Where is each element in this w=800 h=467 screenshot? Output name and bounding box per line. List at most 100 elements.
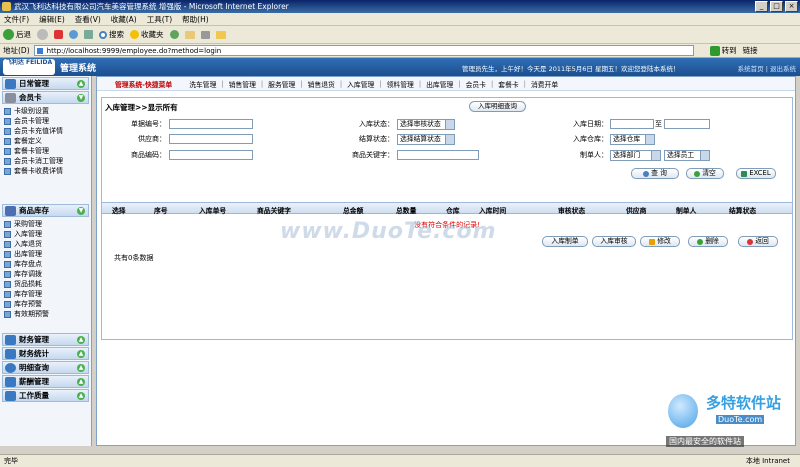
header-links[interactable]: 系统首页 | 退出系统 [738,63,796,73]
menu-tools[interactable]: 工具(T) [147,14,172,25]
home-button[interactable] [84,30,93,39]
quick-link-member-card[interactable]: 会员卡 [466,79,486,89]
sidebar-group-finance[interactable]: 财务管理 ▲ [2,333,89,346]
mail-button[interactable] [184,30,195,39]
printer-icon [200,30,210,39]
menu-help[interactable]: 帮助(H) [182,14,209,25]
quick-link-material[interactable]: 领料管理 [387,79,414,89]
supplier-input[interactable] [169,134,253,144]
doc-icon [4,137,11,145]
col-supplier: 供应商 [626,207,647,215]
back-button[interactable]: 后退 [3,29,31,40]
sidebar-group-detail-query[interactable]: 明细查询 ▲ [2,361,89,374]
stock-in-detail-button[interactable]: 入库明细查询 [469,101,526,112]
expand-toggle-icon[interactable]: ▲ [77,378,85,386]
quick-link-stock-out[interactable]: 出库管理 [426,79,453,89]
sidebar-item-stock-return[interactable]: 入库退货 [4,239,89,249]
sidebar-item-card-recharge[interactable]: 会员卡充值详情 [4,126,89,136]
search-button[interactable]: 搜索 [99,29,124,40]
expand-toggle-icon[interactable]: ▲ [77,392,85,400]
stop-button[interactable] [54,30,63,39]
favorites-button[interactable]: 收藏夹 [130,29,164,40]
quick-link-stock-in[interactable]: 入库管理 [347,79,374,89]
sidebar-group-membercard[interactable]: 会员卡 ▼ [2,91,89,104]
sidebar-group-work-quality[interactable]: 工作质量 ▲ [2,389,89,402]
minimize-button[interactable]: _ [755,1,768,12]
sidebar-item-purchase[interactable]: 采购管理 [4,219,89,229]
menu-view[interactable]: 查看(V) [75,14,101,25]
sidebar-item-package-define[interactable]: 套餐定义 [4,136,89,146]
sidebar-item-stock-out[interactable]: 出库管理 [4,249,89,259]
sidebar-item-package-fee[interactable]: 套餐卡收费详情 [4,166,89,176]
audit-status-select[interactable]: 选择审核状态 [397,119,455,130]
refresh-button[interactable] [69,30,78,39]
excel-export-button[interactable]: EXCEL [736,168,776,179]
print-button[interactable] [200,30,210,39]
audit-stock-in-button[interactable]: 入库审核 [592,236,636,247]
doc-icon [4,107,11,115]
sidebar-group-inventory[interactable]: 商品库存 ▼ [2,204,89,217]
close-button[interactable]: × [785,1,798,12]
quick-link-billing[interactable]: 消费开单 [531,79,558,89]
sidebar-item-card-level[interactable]: 卡级别设置 [4,106,89,116]
sidebar-item-stocktake[interactable]: 库存盘点 [4,259,89,269]
folder-button[interactable] [215,30,226,39]
expand-toggle-icon[interactable]: ▲ [77,336,85,344]
back-arrow-icon [3,29,14,40]
clear-button[interactable]: 清空 [686,168,724,179]
delete-button[interactable]: 删除 [688,236,728,247]
history-button[interactable] [169,30,179,39]
expand-toggle-icon[interactable]: ▲ [77,350,85,358]
sidebar-item-transfer[interactable]: 库存调拨 [4,269,89,279]
sidebar-item-stock-manage[interactable]: 库存管理 [4,289,89,299]
settle-status-select[interactable]: 选择结算状态 [397,134,455,145]
links-label[interactable]: 链接 [743,45,758,56]
maximize-button[interactable]: □ [770,1,783,12]
expand-toggle-icon[interactable]: ▲ [77,364,85,372]
menu-file[interactable]: 文件(F) [4,14,29,25]
create-stock-in-button[interactable]: 入库制单 [542,236,588,247]
goods-code-input[interactable] [169,150,253,160]
quick-link-sales-return[interactable]: 销售退货 [308,79,335,89]
mail-icon [184,30,195,39]
department-select[interactable]: 选择部门 [610,150,661,161]
forward-button[interactable] [37,29,48,40]
window-title-bar: 武汉飞利达科技有限公司汽车美容管理系统 增强版 - Microsoft Inte… [0,0,800,13]
sidebar-item-loss[interactable]: 货品损耗 [4,279,89,289]
quick-link-carwash[interactable]: 洗车管理 [189,79,216,89]
date-from-input[interactable] [610,119,654,129]
sidebar-item-stock-alert[interactable]: 库存预警 [4,299,89,309]
employee-select[interactable]: 选择员工 [664,150,710,161]
sidebar-item-card-manage[interactable]: 会员卡管理 [4,116,89,126]
col-maker: 制单人 [676,207,697,215]
sidebar-item-expiry-alert[interactable]: 有效期预警 [4,309,89,319]
date-to-input[interactable] [664,119,710,129]
warehouse-select[interactable]: 选择仓库 [610,134,655,145]
sidebar-group-daily[interactable]: 日常管理 ▲ [2,77,89,90]
address-input[interactable]: http://localhost:9999/employee.do?method… [33,45,694,56]
expand-toggle-icon[interactable]: ▲ [77,80,85,88]
back-button-page[interactable]: 返回 [738,236,778,247]
goods-keyword-input[interactable] [397,150,479,160]
sidebar-item-stock-in[interactable]: 入库管理 [4,229,89,239]
goods-code-label: 商品编码： [131,151,166,159]
quick-link-package-card[interactable]: 套餐卡 [498,79,518,89]
expand-toggle-icon[interactable]: ▼ [77,207,85,215]
quick-link-service[interactable]: 服务管理 [268,79,295,89]
order-no-input[interactable] [169,119,253,129]
quick-link-sales[interactable]: 销售管理 [229,79,256,89]
sidebar-item-card-labor[interactable]: 会员卡消工管理 [4,156,89,166]
sidebar-group-label: 明细查询 [19,363,49,372]
sidebar-item-package-card[interactable]: 套餐卡管理 [4,146,89,156]
sidebar-item-label: 库存调拨 [14,270,42,278]
query-button[interactable]: 查 询 [631,168,679,179]
search-icon [643,170,650,177]
expand-toggle-icon[interactable]: ▼ [77,94,85,102]
menu-edit[interactable]: 编辑(E) [39,14,65,25]
sidebar-group-salary[interactable]: 薪酬管理 ▲ [2,375,89,388]
edit-button[interactable]: 修改 [640,236,680,247]
sidebar-group-finance-stats[interactable]: 财务统计 ▲ [2,347,89,360]
col-audit-status: 审核状态 [558,207,586,215]
go-button[interactable]: 转到 [709,45,737,56]
menu-favorites[interactable]: 收藏(A) [111,14,137,25]
